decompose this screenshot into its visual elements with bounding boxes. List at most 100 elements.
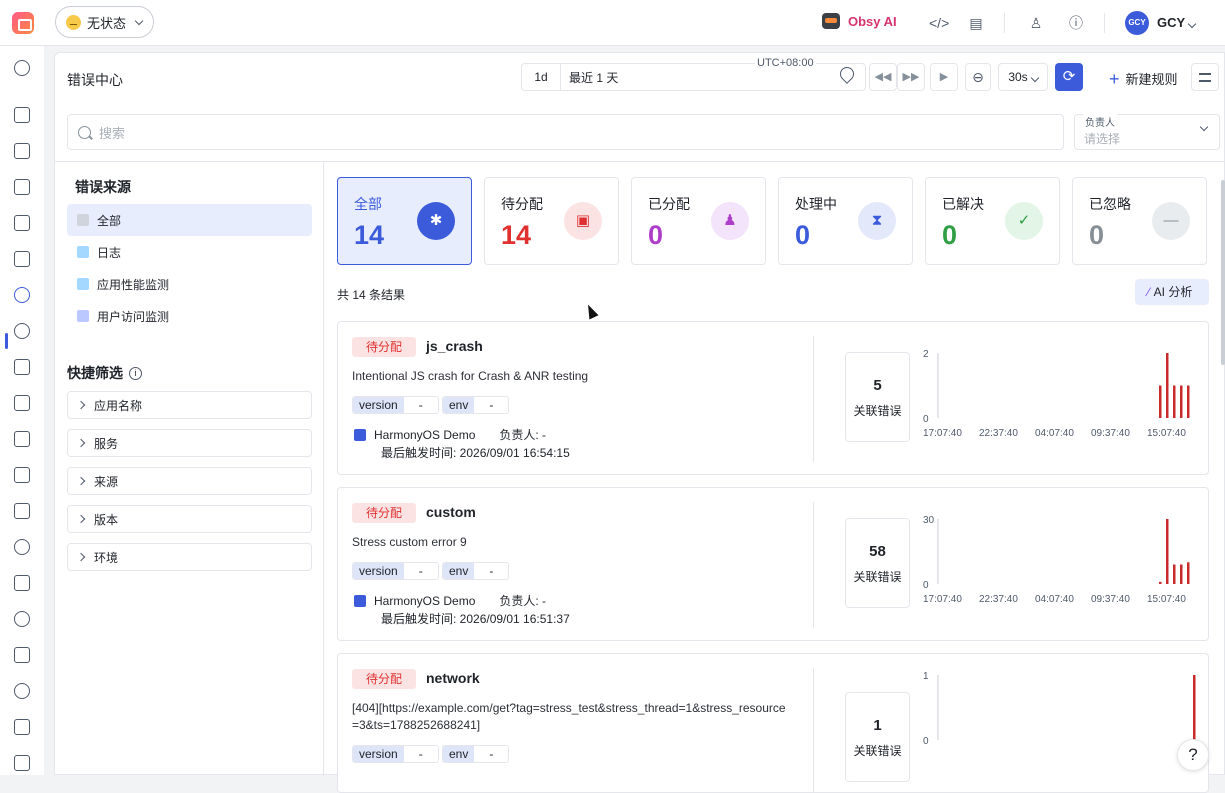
camera-icon[interactable] [14,683,30,699]
trend-chart: 2 0 17:07:40 22:37:40 04:07:40 09:37:40 15:07:… [923,350,1190,439]
filter-service[interactable]: 服务 [67,429,312,457]
error-message: Stress custom error 9 [352,535,467,549]
obsy-ai-button[interactable]: Obsy AI [822,13,897,29]
disabled-icon[interactable] [14,539,30,555]
app-name[interactable]: HarmonyOS Demo [374,594,475,608]
filter-env[interactable]: 环境 [67,543,312,571]
refresh-interval-select[interactable]: 30s [998,63,1048,91]
status-badge: 待分配 [352,669,417,689]
time-range-short[interactable]: 1d [522,64,561,90]
filter-app-name[interactable]: 应用名称 [67,391,312,419]
source-item-log[interactable]: 日志 [67,236,312,268]
scrollbar[interactable] [1221,180,1225,365]
related-errors-box[interactable]: 1 关联错误 [845,692,910,782]
new-rule-button[interactable]: + 新建规则 [1109,69,1178,88]
settings-sliders-icon[interactable] [1191,63,1219,91]
cluster-icon[interactable] [14,323,30,339]
owner-select[interactable]: 负责人 请选择 [1074,114,1220,150]
help-circle-icon[interactable]: ⓘ [1066,13,1086,33]
add-user-icon[interactable]: ♙ [1026,13,1046,33]
stat-card-all[interactable]: 全部 14 ✱ [337,177,472,265]
chevron-right-icon [76,476,86,486]
document-icon[interactable]: ▤ [966,13,986,33]
divider [813,668,814,792]
status-emoji-icon [66,14,81,30]
chart-bar [1193,675,1196,740]
source-item-all[interactable]: 全部 [67,204,312,236]
related-count: 5 [873,377,882,394]
divider [813,502,814,628]
error-card[interactable]: 待分配 custom Stress custom error 9 version… [337,487,1209,641]
source-label: 日志 [97,245,122,260]
stat-card-unassigned[interactable]: 待分配 14 ▣ [484,177,619,265]
stat-card-ignored[interactable]: 已忽略 0 — [1072,177,1207,265]
chart-ymax-label: 30 [923,516,935,526]
app-logo-icon[interactable] [12,12,34,34]
log-icon[interactable] [14,359,30,375]
stat-card-in-progress[interactable]: 处理中 0 ⧗ [778,177,913,265]
tag-env: env - [442,745,510,763]
chart-x-tick: 04:07:40 [1035,594,1074,605]
info-icon[interactable]: i [129,366,142,380]
divider [323,162,324,776]
dashboard-icon[interactable] [14,143,30,159]
monitor-icon[interactable] [14,575,30,591]
apps-icon[interactable] [14,503,30,519]
error-name: network [426,670,480,686]
stat-label: 待分配 [501,196,543,212]
stat-label: 已分配 [648,196,690,212]
refresh-button[interactable]: ⟳ [1055,63,1083,91]
shield-icon[interactable] [14,611,30,627]
app-name[interactable]: HarmonyOS Demo [374,428,475,442]
related-errors-box[interactable]: 5 关联错误 [845,352,910,442]
app-info: HarmonyOS Demo 负责人: - [354,592,546,609]
ai-analysis-button[interactable]: ⁄ AI 分析 [1135,279,1209,305]
related-count: 1 [873,717,882,734]
forward-button[interactable]: ▶▶ [897,63,925,91]
error-card[interactable]: 待分配 js_crash Intentional JS crash for Cr… [337,321,1209,475]
related-label: 关联错误 [853,744,902,758]
status-label: 无状态 [87,15,127,31]
help-button[interactable]: ? [1177,739,1209,771]
home-icon[interactable] [14,107,30,123]
zoom-out-icon[interactable]: ⊖ [965,63,991,91]
play-button[interactable]: ▶ [930,63,958,91]
related-errors-box[interactable]: 58 关联错误 [845,518,910,608]
filter-version[interactable]: 版本 [67,505,312,533]
chart-bar [1166,519,1169,584]
filter-list-icon[interactable] [14,467,30,483]
code-icon[interactable]: </> [929,13,949,33]
chart-x-tick: 09:37:40 [1091,428,1130,439]
chevron-down-icon [1187,19,1197,29]
collapse-menu-icon[interactable] [14,755,30,771]
book-icon[interactable] [14,179,30,195]
calendar-icon[interactable] [14,215,30,231]
tag-key: version [353,563,404,579]
stat-label: 全部 [354,196,382,212]
bug-icon[interactable] [14,287,30,303]
search-icon[interactable] [14,60,30,76]
timezone-label: UTC+08:00 [755,57,816,69]
cube-icon[interactable] [14,719,30,735]
metrics-icon[interactable] [14,395,30,411]
robot-icon [822,13,840,29]
error-card[interactable]: 待分配 network [404][https://example.com/ge… [337,653,1209,793]
scan-icon[interactable] [14,251,30,267]
user-menu[interactable]: GCY [1157,15,1197,30]
source-item-apm[interactable]: 应用性能监测 [67,268,312,300]
source-item-rum[interactable]: 用户访问监测 [67,300,312,332]
search-doc-icon[interactable] [14,431,30,447]
chevron-down-icon [134,16,144,25]
plus-icon: + [1109,68,1120,89]
avatar[interactable]: GCY [1125,11,1149,35]
stat-card-assigned[interactable]: 已分配 0 ♟ [631,177,766,265]
filter-source[interactable]: 来源 [67,467,312,495]
chevron-right-icon [76,400,86,410]
search-input[interactable]: 搜索 [67,114,1064,150]
time-range-label[interactable]: 最近 1 天 [561,69,618,86]
chart-bar [1187,562,1190,584]
status-selector[interactable]: 无状态 [55,6,154,38]
stat-card-resolved[interactable]: 已解决 0 ✓ [925,177,1060,265]
layers-icon[interactable] [14,647,30,663]
rewind-button[interactable]: ◀◀ [869,63,897,91]
